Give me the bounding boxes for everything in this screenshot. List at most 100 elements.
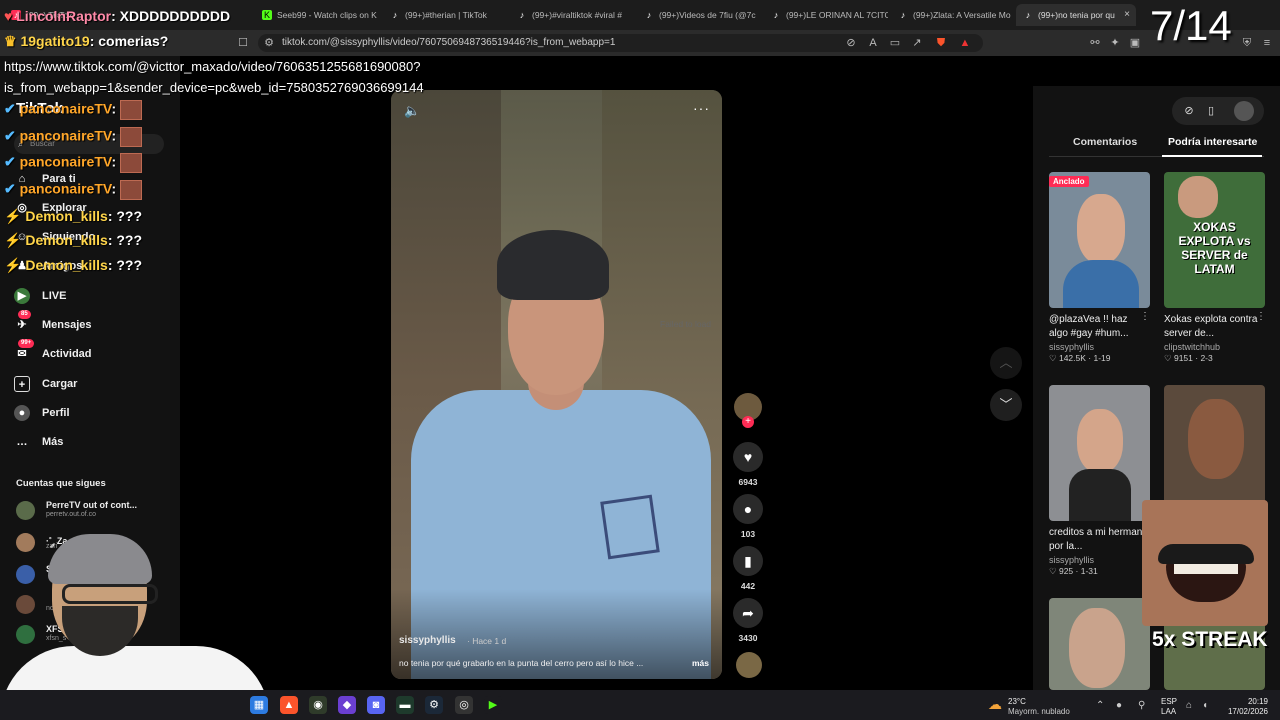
- bolt-badge-icon: ⚡: [4, 232, 26, 248]
- site-info-icon[interactable]: ⚙: [262, 36, 276, 50]
- taskbar-date[interactable]: 17/02/2026: [1221, 707, 1268, 716]
- check-badge-icon: ✔: [4, 180, 20, 197]
- brave-browser-icon[interactable]: ▲: [280, 696, 298, 714]
- brave-shield-icon[interactable]: ⛊: [934, 36, 948, 50]
- translate-icon[interactable]: A: [866, 36, 880, 50]
- follow-plus-icon[interactable]: +: [742, 416, 754, 428]
- video-author[interactable]: sissyphyllis: [399, 635, 456, 646]
- card-menu-icon[interactable]: ⋮: [1140, 311, 1150, 322]
- upload-icon: +: [14, 376, 30, 392]
- music-disc-icon[interactable]: [736, 652, 762, 678]
- nav-live[interactable]: ▶ LIVE: [14, 285, 66, 307]
- keyboard-layout[interactable]: LAA: [1161, 707, 1176, 716]
- discord-icon[interactable]: ◙: [367, 696, 385, 714]
- steam-icon[interactable]: ⚙: [425, 696, 443, 714]
- network-icon[interactable]: ⌂: [1186, 700, 1192, 711]
- weather-icon[interactable]: ☁: [988, 696, 1002, 713]
- browser-tab[interactable]: ♪ (99+)#therian | TikTok: [383, 4, 507, 26]
- next-video-button[interactable]: ﹀: [990, 389, 1022, 421]
- thumb-face: [1188, 399, 1244, 479]
- device-icon[interactable]: ▯: [1204, 104, 1218, 118]
- tiktok-icon: ♪: [773, 10, 779, 20]
- nav-more[interactable]: … Más: [14, 431, 64, 453]
- tab-you-may-like[interactable]: Podría interesarte: [1168, 136, 1257, 148]
- microphone-icon[interactable]: ⚲: [1138, 700, 1145, 711]
- more-icon: …: [16, 436, 28, 448]
- recommended-video-card[interactable]: XOKAS EXPLOTA vs SERVER de LATAM Xokas e…: [1164, 172, 1265, 364]
- nav-messages[interactable]: ✈ 85 Mensajes: [14, 310, 92, 336]
- tab-comments[interactable]: Comentarios: [1073, 136, 1137, 148]
- wallet-icon[interactable]: ▣: [1128, 36, 1142, 50]
- chat-message: ✔ panconaireTV:: [4, 127, 142, 147]
- share-button[interactable]: ➦ 3430: [733, 598, 763, 643]
- recommended-video-card[interactable]: [1049, 598, 1150, 690]
- browser-tab[interactable]: K Seeb99 - Watch clips on K: [255, 4, 379, 26]
- shirt-logo: [600, 494, 660, 560]
- brave-rewards-icon[interactable]: ▲: [958, 36, 972, 50]
- taskbar-app-icon[interactable]: ◆: [338, 696, 356, 714]
- taskbar-app-icon[interactable]: ◎: [455, 696, 473, 714]
- vpn-icon[interactable]: ⛨: [1240, 36, 1254, 50]
- bookmark-icon: ▮: [733, 546, 763, 576]
- comment-button[interactable]: ● 103: [733, 494, 763, 539]
- like-button[interactable]: ♥ 6943: [733, 442, 763, 487]
- video-thumbnail: XOKAS EXPLOTA vs SERVER de LATAM: [1164, 172, 1265, 308]
- no-translate-icon[interactable]: ⊘: [844, 36, 858, 50]
- tray-app-icon[interactable]: ●: [1116, 700, 1122, 711]
- taskbar-clock[interactable]: 20:19: [1228, 697, 1268, 706]
- weather-temperature[interactable]: 23°C: [1008, 697, 1026, 706]
- browser-tab-active[interactable]: ♪ (99+)no tenia por qu ×: [1016, 4, 1136, 26]
- crown-badge-icon: ♛: [4, 33, 21, 49]
- screen-icon[interactable]: ▭: [888, 36, 902, 50]
- language-indicator[interactable]: ESP: [1161, 697, 1177, 706]
- taskbar-app-icon[interactable]: ▦: [250, 696, 268, 714]
- video-more-link[interactable]: más: [692, 658, 709, 668]
- volume-icon[interactable]: 🔈: [404, 103, 420, 119]
- activity-icon: ✉: [17, 348, 27, 360]
- card-menu-icon[interactable]: ⋮: [1256, 311, 1266, 322]
- video-more-icon[interactable]: ···: [693, 100, 710, 116]
- live-icon: ▶: [14, 288, 30, 304]
- chat-message: ✔ panconaireTV:: [4, 153, 142, 173]
- nav-profile[interactable]: ● Perfil: [14, 402, 70, 424]
- clip-counter: 7/14: [1150, 2, 1232, 49]
- pinned-badge: Anclado: [1049, 176, 1089, 187]
- save-button[interactable]: ▮ 442: [733, 546, 763, 591]
- chat-message: ⚡ Demon_kills: ???: [4, 208, 143, 224]
- failed-to-load-text: Failed to load: [660, 319, 712, 329]
- tray-chevron-icon[interactable]: ⌃: [1096, 700, 1104, 711]
- video-player[interactable]: 🔈 ··· sissyphyllis · Hace 1 d no tenia p…: [391, 90, 722, 679]
- menu-icon[interactable]: ≡: [1260, 36, 1274, 50]
- nav-activity[interactable]: ✉ 99+ Actividad: [14, 339, 92, 365]
- terminal-icon[interactable]: ▬: [396, 696, 414, 714]
- browser-tab[interactable]: ♪ (99+)#viraltiktok #viral #: [510, 4, 634, 26]
- thumb-shirt: [1063, 260, 1139, 308]
- user-avatar[interactable]: [1234, 101, 1254, 121]
- activity-badge: 99+: [18, 339, 35, 348]
- privacy-icon[interactable]: ⊘: [1182, 104, 1196, 118]
- chat-message: ♥ LincolnRaptor: XDDDDDDDDDD: [4, 8, 231, 24]
- thumb-face: [1069, 608, 1125, 688]
- close-tab-icon[interactable]: ×: [1124, 4, 1130, 26]
- kick-app-icon[interactable]: ▶: [484, 696, 502, 714]
- chat-message: ⚡ Demon_kills: ???: [4, 232, 143, 248]
- browser-tab[interactable]: ♪ (99+)LE ORINAN AL 7CITO: [764, 4, 888, 26]
- puzzle-icon[interactable]: ✦: [1108, 36, 1122, 50]
- overlay-url-text: https://www.tiktok.com/@victtor_maxado/v…: [4, 59, 424, 95]
- extension-icon[interactable]: ⚯: [1088, 36, 1102, 50]
- tiktok-icon: ♪: [392, 10, 398, 20]
- previous-video-button[interactable]: ︿: [990, 347, 1022, 379]
- bookmark-icon[interactable]: ☐: [236, 36, 250, 50]
- recommended-video-card[interactable]: @plazaVea !! haz algo #gay #hum... sissy…: [1049, 172, 1150, 364]
- share-icon[interactable]: ↗: [910, 36, 924, 50]
- obs-icon[interactable]: ◉: [309, 696, 327, 714]
- following-account[interactable]: PerreTV out of cont... perretv.out.of.co: [16, 498, 166, 522]
- heart-icon: ♥: [733, 442, 763, 472]
- nav-upload[interactable]: + Cargar: [14, 373, 77, 395]
- browser-tab[interactable]: ♪ (99+)Zlata: A Versatile Mo: [891, 4, 1015, 26]
- recommended-video-card[interactable]: creditos a mi hermano por la... sissyphy…: [1049, 385, 1150, 577]
- browser-tab[interactable]: ♪ (99+)Videos de 7fiu (@7c: [637, 4, 761, 26]
- volume-tray-icon[interactable]: ◖: [1202, 700, 1208, 711]
- weather-description[interactable]: Mayorm. nublado: [1008, 707, 1070, 716]
- avatar: [16, 501, 35, 520]
